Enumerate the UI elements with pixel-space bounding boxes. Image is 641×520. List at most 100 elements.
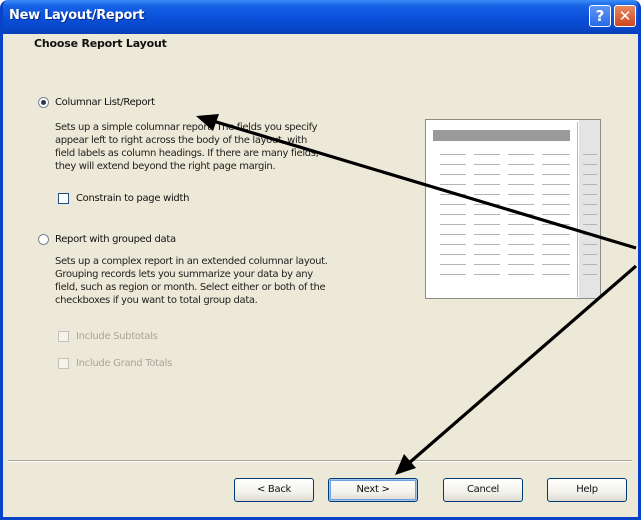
grouped-radio[interactable] <box>38 234 49 245</box>
preview-row-line <box>474 154 500 155</box>
preview-row-line <box>508 254 534 255</box>
preview-row-line <box>474 224 500 225</box>
preview-row-line <box>508 174 534 175</box>
preview-row-line <box>474 274 500 275</box>
back-button[interactable]: < Back <box>234 478 314 502</box>
preview-row-line <box>542 274 570 275</box>
preview-row-line <box>542 194 570 195</box>
preview-row-line <box>440 194 466 195</box>
preview-row-line <box>474 204 500 205</box>
help-icon[interactable]: ? <box>589 5 611 27</box>
preview-row-line <box>583 274 597 275</box>
grand-totals-checkbox[interactable] <box>58 358 69 369</box>
preview-row-line <box>474 184 500 185</box>
preview-row-line <box>583 214 597 215</box>
preview-row-line <box>542 204 570 205</box>
preview-row-line <box>474 164 500 165</box>
preview-row-line <box>542 214 570 215</box>
preview-page-margin-line <box>577 122 578 297</box>
preview-row-line <box>440 254 466 255</box>
preview-row-line <box>440 264 466 265</box>
grouped-label: Report with grouped data <box>55 234 176 245</box>
preview-row-line <box>508 154 534 155</box>
grouped-description-line: checkboxes if you want to total group da… <box>55 295 258 306</box>
preview-row-line <box>508 274 534 275</box>
preview-row-line <box>583 264 597 265</box>
constrain-option[interactable]: Constrain to page width <box>58 193 189 204</box>
preview-row-line <box>583 234 597 235</box>
preview-row-line <box>440 174 466 175</box>
subtotals-option[interactable]: Include Subtotals <box>58 331 158 342</box>
columnar-radio[interactable] <box>38 97 49 108</box>
preview-row-line <box>508 214 534 215</box>
preview-row-line <box>542 264 570 265</box>
preview-row-line <box>440 164 466 165</box>
subtotals-checkbox[interactable] <box>58 331 69 342</box>
preview-margin-stripe <box>579 120 600 298</box>
preview-row-line <box>474 264 500 265</box>
preview-row-line <box>542 224 570 225</box>
columnar-description: Sets up a simple columnar report. The fi… <box>55 121 319 173</box>
close-icon[interactable]: ✕ <box>614 5 636 27</box>
columnar-description-line: appear left to right across the body of … <box>55 135 307 146</box>
preview-row-line <box>440 224 466 225</box>
grouped-description-line: field, such as region or month. Select e… <box>55 282 326 293</box>
constrain-checkbox[interactable] <box>58 193 69 204</box>
title-bar[interactable]: New Layout/Report ? ✕ <box>3 0 638 34</box>
next-button[interactable]: Next > <box>328 478 418 502</box>
window-title: New Layout/Report <box>9 8 145 23</box>
preview-row-line <box>542 154 570 155</box>
columnar-description-line: field labels as column headings. If ther… <box>55 148 319 159</box>
preview-row-line <box>440 244 466 245</box>
preview-row-line <box>440 214 466 215</box>
preview-row-line <box>508 204 534 205</box>
preview-row-line <box>583 204 597 205</box>
preview-row-line <box>583 244 597 245</box>
cancel-button[interactable]: Cancel <box>443 478 523 502</box>
grand-totals-option[interactable]: Include Grand Totals <box>58 358 172 369</box>
preview-row-line <box>583 184 597 185</box>
constrain-label: Constrain to page width <box>76 193 190 204</box>
preview-row-line <box>440 154 466 155</box>
grouped-description: Sets up a complex report in an extended … <box>55 255 328 307</box>
preview-row-line <box>440 274 466 275</box>
preview-row-line <box>542 254 570 255</box>
preview-row-line <box>583 254 597 255</box>
preview-row-line <box>474 194 500 195</box>
preview-row-line <box>508 234 534 235</box>
preview-row-line <box>583 194 597 195</box>
preview-row-line <box>474 254 500 255</box>
preview-row-line <box>542 234 570 235</box>
layout-preview <box>425 119 601 299</box>
preview-row-line <box>542 184 570 185</box>
preview-row-line <box>542 174 570 175</box>
preview-row-line <box>508 244 534 245</box>
preview-row-line <box>542 164 570 165</box>
preview-row-line <box>508 264 534 265</box>
preview-row-line <box>583 164 597 165</box>
preview-row-line <box>508 184 534 185</box>
preview-row-line <box>474 234 500 235</box>
columnar-description-line: they will extend beyond the right page m… <box>55 161 276 172</box>
columnar-option[interactable]: Columnar List/Report <box>38 97 155 108</box>
columnar-label: Columnar List/Report <box>55 97 155 108</box>
preview-row-line <box>440 184 466 185</box>
preview-row-line <box>508 194 534 195</box>
grouped-option[interactable]: Report with grouped data <box>38 234 176 245</box>
grand-totals-label: Include Grand Totals <box>76 358 172 369</box>
preview-row-line <box>508 224 534 225</box>
help-button[interactable]: Help <box>547 478 627 502</box>
preview-header-bar <box>433 130 570 141</box>
button-divider <box>8 460 632 462</box>
preview-row-line <box>583 174 597 175</box>
preview-row-line <box>508 164 534 165</box>
section-heading: Choose Report Layout <box>34 37 167 50</box>
preview-row-line <box>542 244 570 245</box>
preview-row-line <box>474 244 500 245</box>
grouped-description-line: Sets up a complex report in an extended … <box>55 256 328 267</box>
preview-row-line <box>474 214 500 215</box>
subtotals-label: Include Subtotals <box>76 331 158 342</box>
preview-row-line <box>440 234 466 235</box>
preview-row-line <box>440 204 466 205</box>
preview-row-line <box>474 174 500 175</box>
